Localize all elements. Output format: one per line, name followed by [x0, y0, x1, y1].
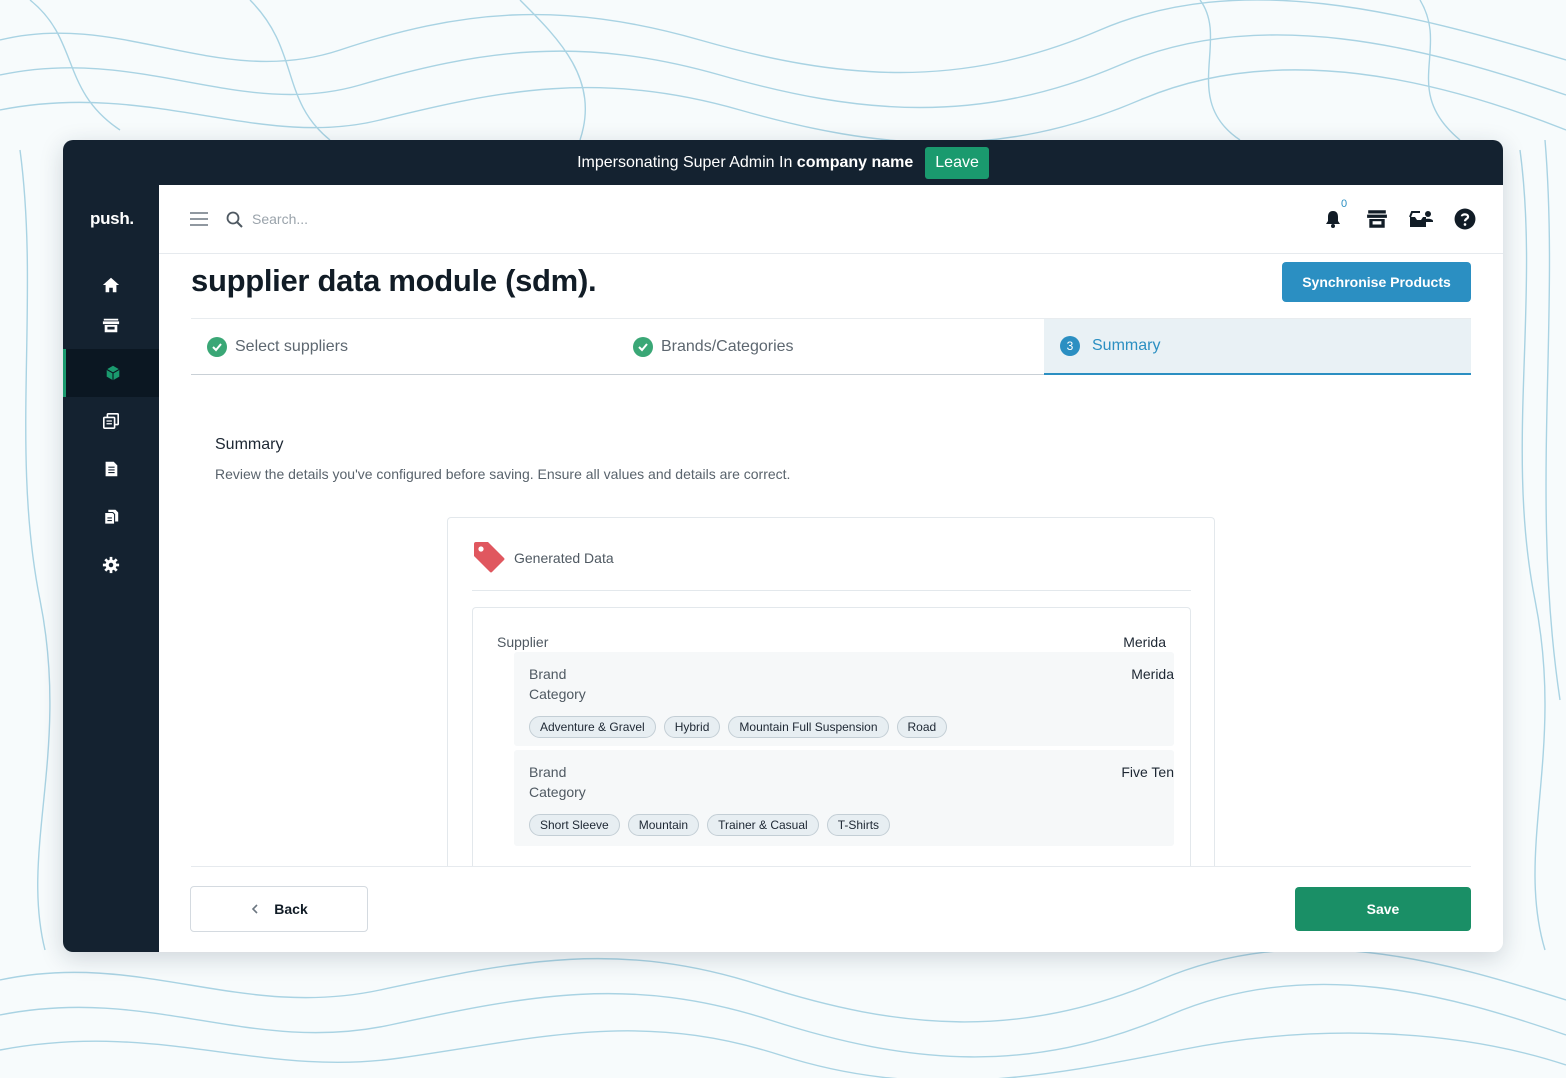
supplier-value: Merida — [1123, 634, 1166, 650]
back-label: Back — [274, 901, 308, 917]
sidebar: push. — [63, 185, 159, 952]
card-header-label: Generated Data — [514, 550, 614, 566]
leave-button[interactable]: Leave — [925, 146, 989, 179]
stepper: Select suppliers Brands/Categories 3 Sum… — [191, 318, 1471, 375]
generated-data-card: Generated Data Supplier Merida Brand Mer… — [447, 517, 1215, 878]
logo: push. — [90, 209, 134, 228]
bell-icon — [1326, 211, 1340, 228]
category-chip: Mountain — [627, 814, 700, 836]
app-window: Impersonating Super Admin In company nam… — [63, 140, 1503, 952]
category-label: Category — [529, 784, 586, 800]
help-button[interactable] — [1453, 207, 1477, 231]
search-input[interactable] — [252, 207, 552, 231]
category-chip: Adventure & Gravel — [529, 716, 656, 738]
category-chips: Adventure & Gravel Hybrid Mountain Full … — [529, 716, 948, 738]
summary-description: Review the details you've configured bef… — [215, 466, 791, 482]
search-icon — [226, 211, 243, 228]
category-chip: T-Shirts — [826, 814, 891, 836]
category-chip: Road — [896, 716, 948, 738]
summary-title: Summary — [215, 436, 284, 453]
category-chip: Trainer & Casual — [707, 814, 819, 836]
supplier-card: Supplier Merida Brand Merida Category Ad… — [472, 607, 1191, 878]
category-chip: Mountain Full Suspension — [728, 716, 889, 738]
impersonation-company: company name — [796, 153, 914, 171]
category-chips: Short Sleeve Mountain Trainer & Casual T… — [529, 814, 891, 836]
sidebar-item-documents[interactable] — [63, 493, 159, 541]
step-select-suppliers[interactable]: Select suppliers — [207, 319, 617, 375]
brand-label: Brand — [529, 764, 567, 780]
supplier-label: Supplier — [497, 634, 549, 650]
help-icon — [1454, 208, 1476, 230]
save-button[interactable]: Save — [1295, 887, 1471, 931]
back-button[interactable]: Back — [190, 886, 368, 932]
store-icon — [1367, 210, 1387, 228]
notification-count: 0 — [1341, 198, 1348, 210]
sidebar-item-copy[interactable] — [63, 397, 159, 445]
chevron-left-icon — [252, 904, 258, 914]
brand-label: Brand — [529, 666, 567, 682]
step-number: 3 — [1060, 336, 1080, 356]
impersonation-text: Impersonating Super Admin In company nam… — [577, 153, 914, 171]
invoice-icon — [105, 461, 118, 477]
brand-value: Five Ten — [1121, 764, 1174, 780]
step-label: Select suppliers — [235, 338, 348, 355]
notifications-button[interactable] — [1321, 207, 1345, 231]
footer-divider — [191, 866, 1471, 867]
tag-icon — [474, 542, 505, 573]
sidebar-item-settings[interactable] — [63, 541, 159, 589]
documents-icon — [104, 509, 119, 525]
synchronise-products-button[interactable]: Synchronise Products — [1282, 262, 1471, 302]
impersonation-banner: Impersonating Super Admin In company nam… — [63, 140, 1503, 185]
brand-block: Brand Merida Category Adventure & Gravel… — [514, 652, 1174, 746]
category-chip: Short Sleeve — [529, 814, 620, 836]
category-label: Category — [529, 686, 586, 702]
step-brands-categories[interactable]: Brands/Categories — [633, 319, 1043, 375]
step-label: Brands/Categories — [661, 338, 794, 355]
copy-icon — [102, 412, 120, 430]
page-title: supplier data module (sdm). — [191, 263, 597, 298]
hamburger-icon[interactable] — [189, 210, 209, 228]
gear-icon — [102, 556, 120, 574]
inbox-user-icon — [1409, 211, 1433, 227]
store-switch-button[interactable] — [1365, 207, 1389, 231]
home-icon — [102, 277, 120, 293]
brand-block: Brand Five Ten Category Short Sleeve Mou… — [514, 750, 1174, 846]
top-bar: 0 — [159, 185, 1503, 254]
inbox-button[interactable] — [1409, 207, 1433, 231]
sidebar-item-store[interactable] — [63, 301, 159, 349]
sidebar-item-invoices[interactable] — [63, 445, 159, 493]
card-header: Generated Data — [472, 540, 1191, 591]
store-icon — [102, 318, 120, 333]
step-label: Summary — [1092, 337, 1161, 354]
cube-icon — [105, 365, 120, 381]
check-icon — [207, 337, 227, 357]
category-chip: Hybrid — [663, 716, 721, 738]
sidebar-item-products[interactable] — [63, 349, 159, 397]
brand-value: Merida — [1131, 666, 1174, 682]
step-summary[interactable]: 3 Summary — [1044, 319, 1471, 375]
check-icon — [633, 337, 653, 357]
